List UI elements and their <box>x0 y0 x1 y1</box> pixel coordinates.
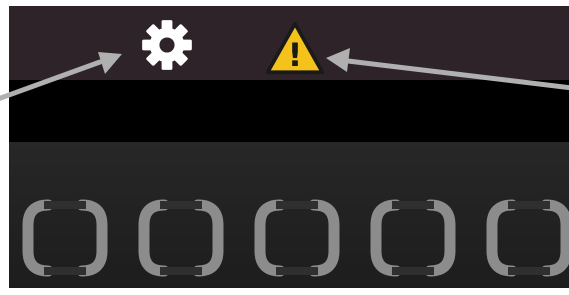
slot-row <box>20 197 569 279</box>
warning-icon[interactable]: ! <box>263 20 327 76</box>
top-toolbar: ! <box>9 6 569 80</box>
slot-1[interactable] <box>20 197 110 279</box>
slot-4[interactable] <box>368 197 458 279</box>
slot-5[interactable] <box>484 197 569 279</box>
slot-2[interactable] <box>136 197 226 279</box>
gear-icon[interactable] <box>134 18 200 72</box>
empty-bracket-slot-icon <box>254 199 340 277</box>
warning-mark: ! <box>288 36 303 74</box>
empty-bracket-slot-icon <box>138 199 224 277</box>
empty-bracket-slot-icon <box>486 199 569 277</box>
slot-panel <box>9 142 569 288</box>
empty-bracket-slot-icon <box>22 199 108 277</box>
black-band <box>9 80 569 142</box>
empty-bracket-slot-icon <box>370 199 456 277</box>
app-frame: ! <box>9 6 569 288</box>
slot-3[interactable] <box>252 197 342 279</box>
